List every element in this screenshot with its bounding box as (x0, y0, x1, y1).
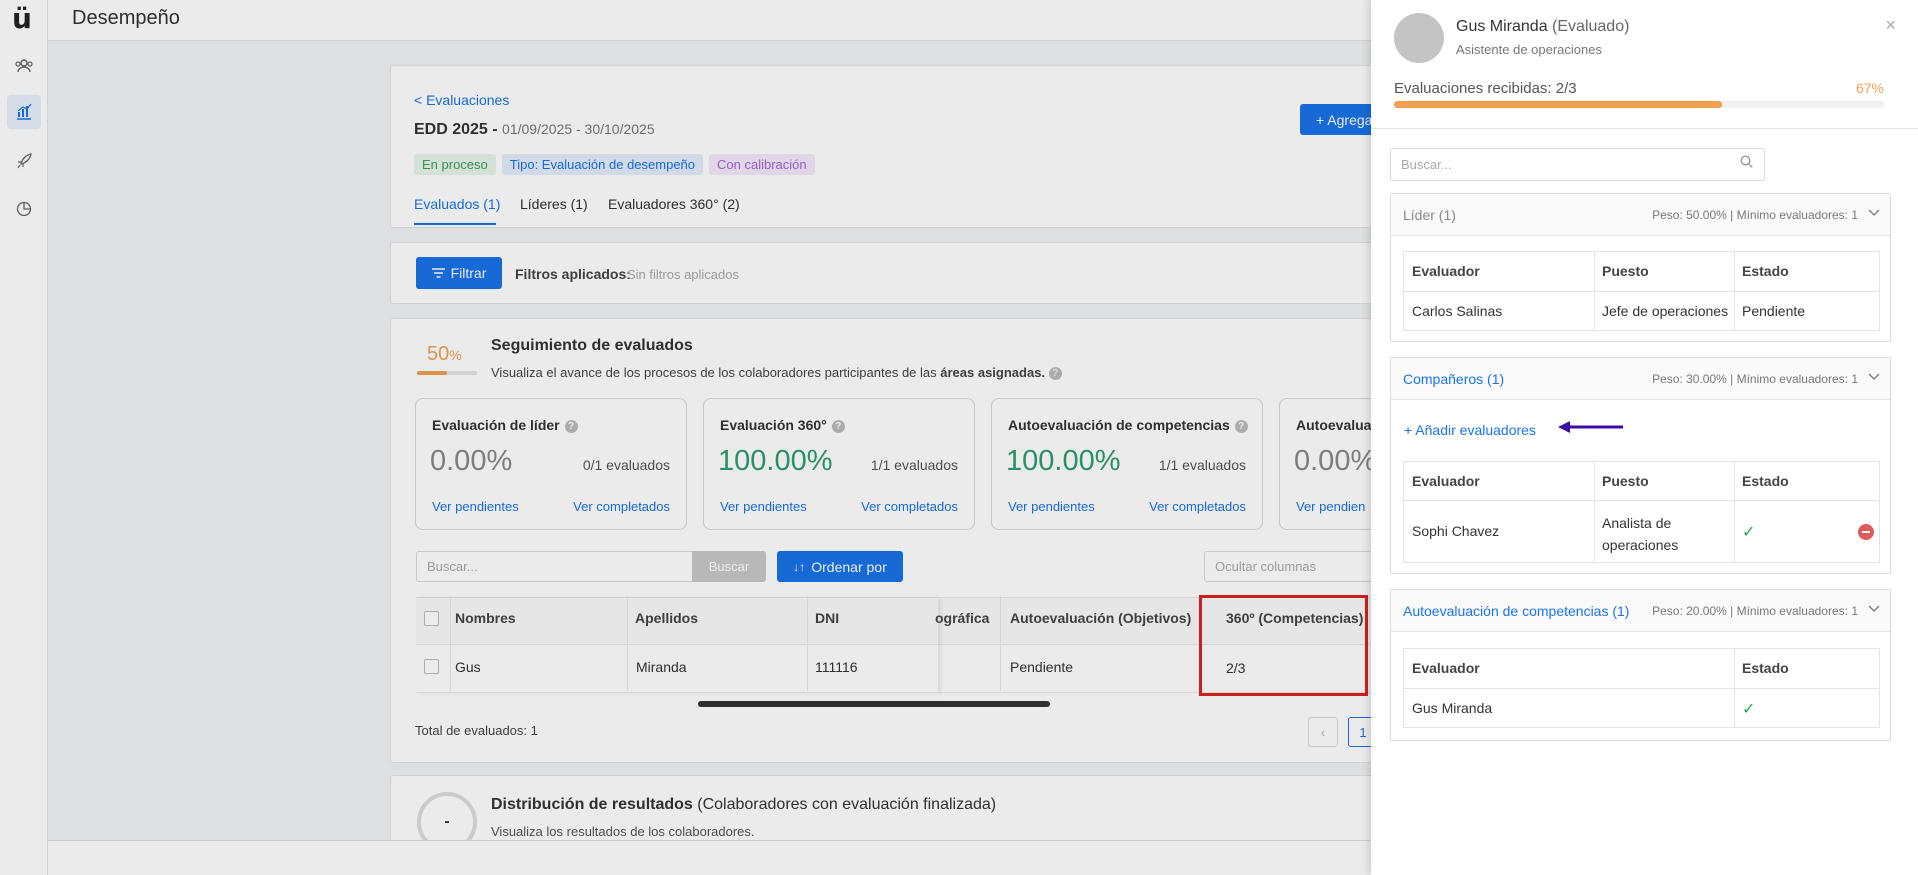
received-progress-bar (1394, 101, 1884, 108)
received-progress-fill (1394, 101, 1723, 108)
row-divider (1404, 688, 1879, 689)
evaluado-drawer: Gus Miranda (Evaluado) Asistente de oper… (1371, 0, 1918, 875)
add-evaluators-link[interactable]: + Añadir evaluadores (1404, 422, 1536, 438)
column-divider (1734, 252, 1735, 330)
companero-puesto: Analista de operaciones (1602, 515, 1679, 553)
section-lider-header[interactable]: Líder (1) Peso: 50.00% | Mínimo evaluado… (1391, 194, 1890, 236)
section-autoevaluacion-weight: Peso: 20.00% | Mínimo evaluadores: 1 (1652, 604, 1858, 618)
row-divider (1404, 500, 1879, 501)
lider-estado: Pendiente (1742, 303, 1806, 319)
check-icon: ✓ (1742, 524, 1756, 541)
drawer-header-name: Gus Miranda (Evaluado) (1456, 18, 1629, 36)
column-divider (1594, 462, 1595, 562)
close-icon[interactable]: × (1885, 15, 1896, 36)
chevron-down-icon[interactable] (1868, 206, 1880, 220)
col-estado: Estado (1742, 263, 1789, 279)
chevron-down-icon[interactable] (1868, 602, 1880, 616)
search-icon[interactable] (1740, 155, 1753, 171)
col-estado: Estado (1742, 473, 1789, 489)
col-evaluador: Evaluador (1412, 473, 1480, 489)
column-divider (1734, 649, 1735, 727)
section-lider-title: Líder (1) (1403, 207, 1456, 223)
section-companeros: Compañeros (1) Peso: 30.00% | Mínimo eva… (1390, 357, 1891, 574)
section-autoevaluacion: Autoevaluación de competencias (1) Peso:… (1390, 589, 1891, 741)
section-lider-weight: Peso: 50.00% | Mínimo evaluadores: 1 (1652, 208, 1858, 222)
section-autoevaluacion-header[interactable]: Autoevaluación de competencias (1) Peso:… (1391, 590, 1890, 632)
section-companeros-header[interactable]: Compañeros (1) Peso: 30.00% | Mínimo eva… (1391, 358, 1890, 400)
remove-icon[interactable] (1858, 524, 1874, 540)
col-evaluador: Evaluador (1412, 263, 1480, 279)
header-divider (1371, 128, 1918, 129)
remove-icon-dash (1862, 531, 1870, 533)
drawer-backdrop[interactable] (0, 0, 1371, 875)
section-lider: Líder (1) Peso: 50.00% | Mínimo evaluado… (1390, 193, 1891, 342)
drawer-search-placeholder: Buscar... (1401, 157, 1452, 172)
column-divider (1594, 252, 1595, 330)
evaluado-name: Gus Miranda (1456, 18, 1548, 35)
received-percent: 67% (1855, 80, 1884, 96)
auto-evaluador: Gus Miranda (1412, 700, 1493, 716)
col-puesto: Puesto (1602, 473, 1649, 489)
received-label: Evaluaciones recibidas: 2/3 (1394, 80, 1577, 97)
col-estado: Estado (1742, 660, 1789, 676)
check-icon: ✓ (1742, 701, 1756, 718)
lider-puesto: Jefe de operaciones (1602, 303, 1729, 319)
row-divider (1404, 291, 1879, 292)
lider-table: Evaluador Puesto Estado Carlos Salinas J… (1403, 251, 1880, 331)
lider-evaluador: Carlos Salinas (1412, 303, 1503, 319)
section-companeros-title: Compañeros (1) (1403, 371, 1505, 387)
autoevaluacion-table: Evaluador Estado Gus Miranda ✓ (1403, 648, 1880, 728)
chevron-down-icon[interactable] (1868, 370, 1880, 384)
section-companeros-weight: Peso: 30.00% | Mínimo evaluadores: 1 (1652, 372, 1858, 386)
section-autoevaluacion-title: Autoevaluación de competencias (1) (1403, 603, 1630, 619)
avatar (1394, 13, 1444, 63)
companeros-table: Evaluador Puesto Estado Sophi Chavez Ana… (1403, 461, 1880, 563)
col-evaluador: Evaluador (1412, 660, 1480, 676)
evaluado-role-tag: (Evaluado) (1547, 18, 1630, 35)
companero-evaluador: Sophi Chavez (1412, 523, 1500, 539)
drawer-search-input[interactable]: Buscar... (1390, 148, 1765, 181)
evaluado-position: Asistente de operaciones (1456, 42, 1602, 57)
arrow-annotation (1557, 420, 1625, 437)
column-divider (1734, 462, 1735, 562)
col-puesto: Puesto (1602, 263, 1649, 279)
